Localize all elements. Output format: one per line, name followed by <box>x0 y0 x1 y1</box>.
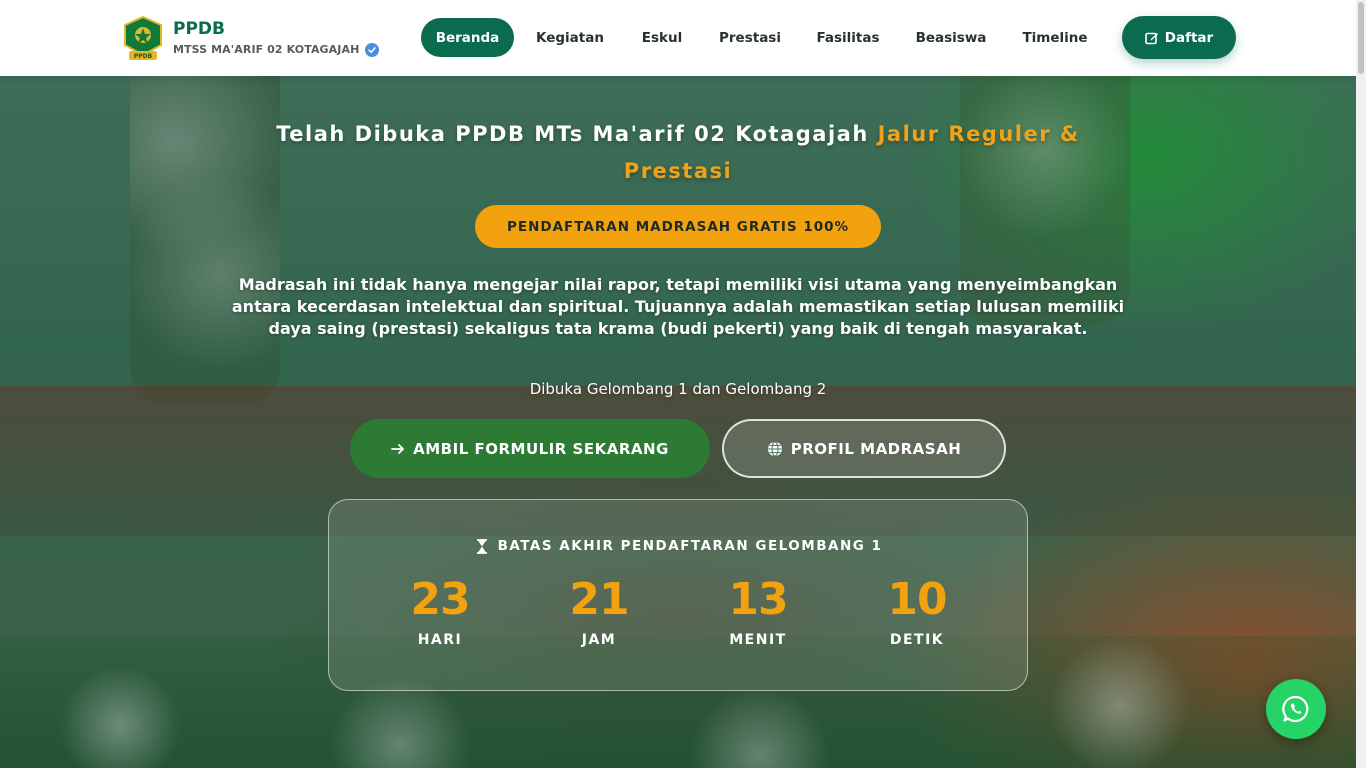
countdown-value: 13 <box>728 574 788 625</box>
countdown-units: 23 HARI 21 JAM 13 MENIT 10 DETIK <box>329 572 1029 672</box>
hero-description: Madrasah ini tidak hanya mengejar nilai … <box>231 275 1125 338</box>
free-registration-badge: PENDAFTARAN MADRASAH GRATIS 100% <box>475 205 881 248</box>
countdown-value: 10 <box>887 574 947 625</box>
countdown-minutes: 13 MENIT <box>698 572 818 648</box>
nav-beasiswa[interactable]: Beasiswa <box>894 18 1008 57</box>
daftar-button[interactable]: Daftar <box>1122 16 1236 59</box>
nav-timeline[interactable]: Timeline <box>1008 18 1102 57</box>
hero-content: Telah Dibuka PPDB MTs Ma'arif 02 Kotagaj… <box>0 76 1356 768</box>
countdown-seconds: 10 DETIK <box>857 572 977 648</box>
brand-subtitle: MTSS MA'ARIF 02 KOTAGAJAH <box>173 42 380 58</box>
countdown-label: DETIK <box>889 632 945 648</box>
headline-white: Telah Dibuka PPDB MTs Ma'arif 02 Kotagaj… <box>276 122 878 146</box>
countdown-value: 23 <box>410 574 470 625</box>
get-form-button[interactable]: AMBIL FORMULIR SEKARANG <box>350 419 710 478</box>
site-header: PPDB PPDB MTSS MA'ARIF 02 KOTAGAJAH Bera… <box>0 0 1356 76</box>
nav-eskul[interactable]: Eskul <box>626 18 698 57</box>
countdown-label: JAM <box>581 632 617 648</box>
hourglass-icon <box>476 538 487 554</box>
countdown-label: MENIT <box>729 632 787 648</box>
school-profile-label: PROFIL MADRASAH <box>790 439 962 458</box>
globe-icon <box>767 440 782 457</box>
daftar-label: Daftar <box>1164 29 1214 46</box>
hero-section: Telah Dibuka PPDB MTs Ma'arif 02 Kotagaj… <box>0 76 1356 768</box>
whatsapp-chat-button[interactable] <box>1266 679 1326 739</box>
get-form-label: AMBIL FORMULIR SEKARANG <box>413 439 669 458</box>
brand-title: PPDB <box>173 19 225 39</box>
edit-icon <box>1144 32 1158 44</box>
nav-prestasi[interactable]: Prestasi <box>698 18 802 57</box>
main-nav: Beranda Kegiatan Eskul Prestasi Fasilita… <box>421 18 1102 57</box>
nav-beranda[interactable]: Beranda <box>421 18 514 57</box>
brand[interactable]: PPDB PPDB MTSS MA'ARIF 02 KOTAGAJAH <box>121 14 380 62</box>
countdown-hours: 21 JAM <box>539 572 659 648</box>
countdown-title: BATAS AKHIR PENDAFTARAN GELOMBANG 1 <box>329 538 1029 554</box>
countdown-label: HARI <box>417 632 463 648</box>
scrollbar-thumb[interactable] <box>1358 2 1364 74</box>
brand-subtitle-text: MTSS MA'ARIF 02 KOTAGAJAH <box>173 43 360 56</box>
nav-kegiatan[interactable]: Kegiatan <box>514 18 626 57</box>
verified-badge-icon <box>365 43 380 57</box>
countdown-value: 21 <box>569 574 629 625</box>
nav-fasilitas[interactable]: Fasilitas <box>802 18 894 57</box>
hero-opened-text: Dibuka Gelombang 1 dan Gelombang 2 <box>529 380 827 398</box>
arrow-right-icon <box>391 443 405 454</box>
whatsapp-icon <box>1282 695 1309 723</box>
school-profile-button[interactable]: PROFIL MADRASAH <box>722 419 1006 478</box>
hero-headline: Telah Dibuka PPDB MTs Ma'arif 02 Kotagaj… <box>228 116 1128 190</box>
svg-text:PPDB: PPDB <box>134 53 153 60</box>
page-scrollbar[interactable] <box>1356 0 1366 768</box>
kemenag-logo: PPDB <box>124 15 162 60</box>
countdown-card: BATAS AKHIR PENDAFTARAN GELOMBANG 1 23 H… <box>328 499 1028 691</box>
countdown-title-text: BATAS AKHIR PENDAFTARAN GELOMBANG 1 <box>497 538 883 554</box>
countdown-days: 23 HARI <box>380 572 500 648</box>
